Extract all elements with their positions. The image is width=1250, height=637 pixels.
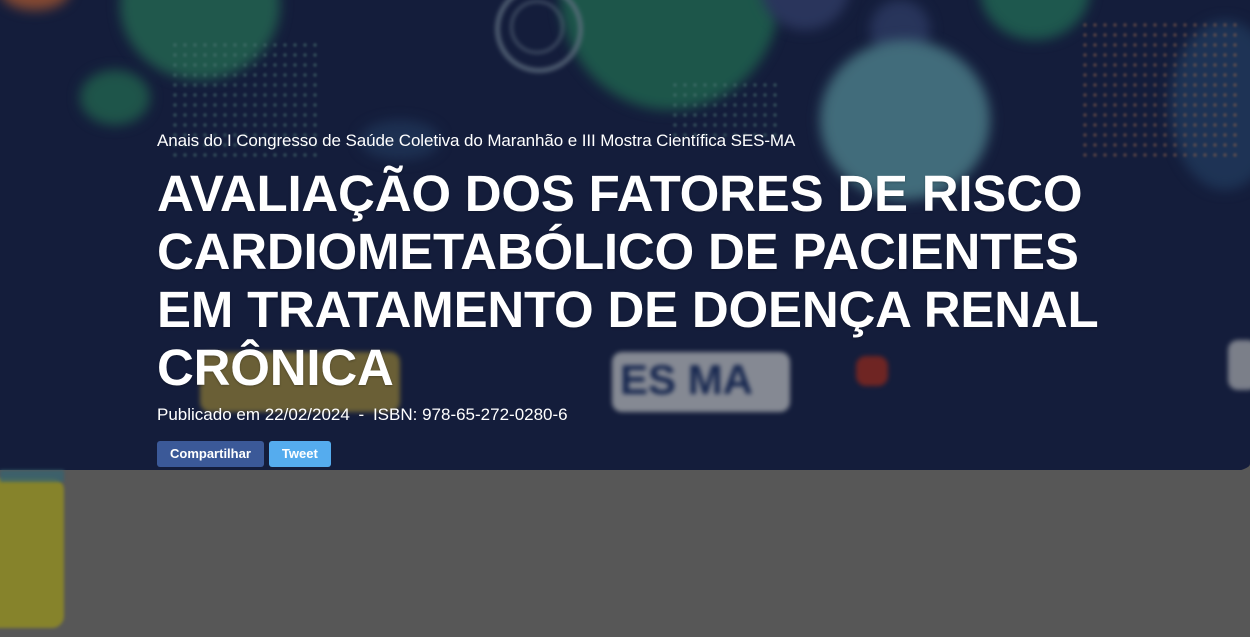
tweet-button[interactable]: Tweet (268, 441, 331, 467)
publication-info: Publicado em 22/02/2024 - ISBN: 978-65-2… (157, 403, 1157, 427)
meta-separator: - (358, 405, 365, 424)
event-name: Anais do I Congresso de Saúde Coletiva d… (157, 131, 796, 150)
publication-date: Publicado em 22/02/2024 (157, 405, 350, 424)
article-header: Anais do I Congresso de Saúde Coletiva d… (157, 128, 1157, 467)
share-actions: Compartilhar Tweet (157, 441, 1157, 467)
isbn: ISBN: 978-65-272-0280-6 (372, 405, 568, 424)
article-title: AVALIAÇÃO DOS FATORES DE RISCO CARDIOMET… (157, 165, 1098, 396)
share-facebook-button[interactable]: Compartilhar (157, 441, 264, 467)
